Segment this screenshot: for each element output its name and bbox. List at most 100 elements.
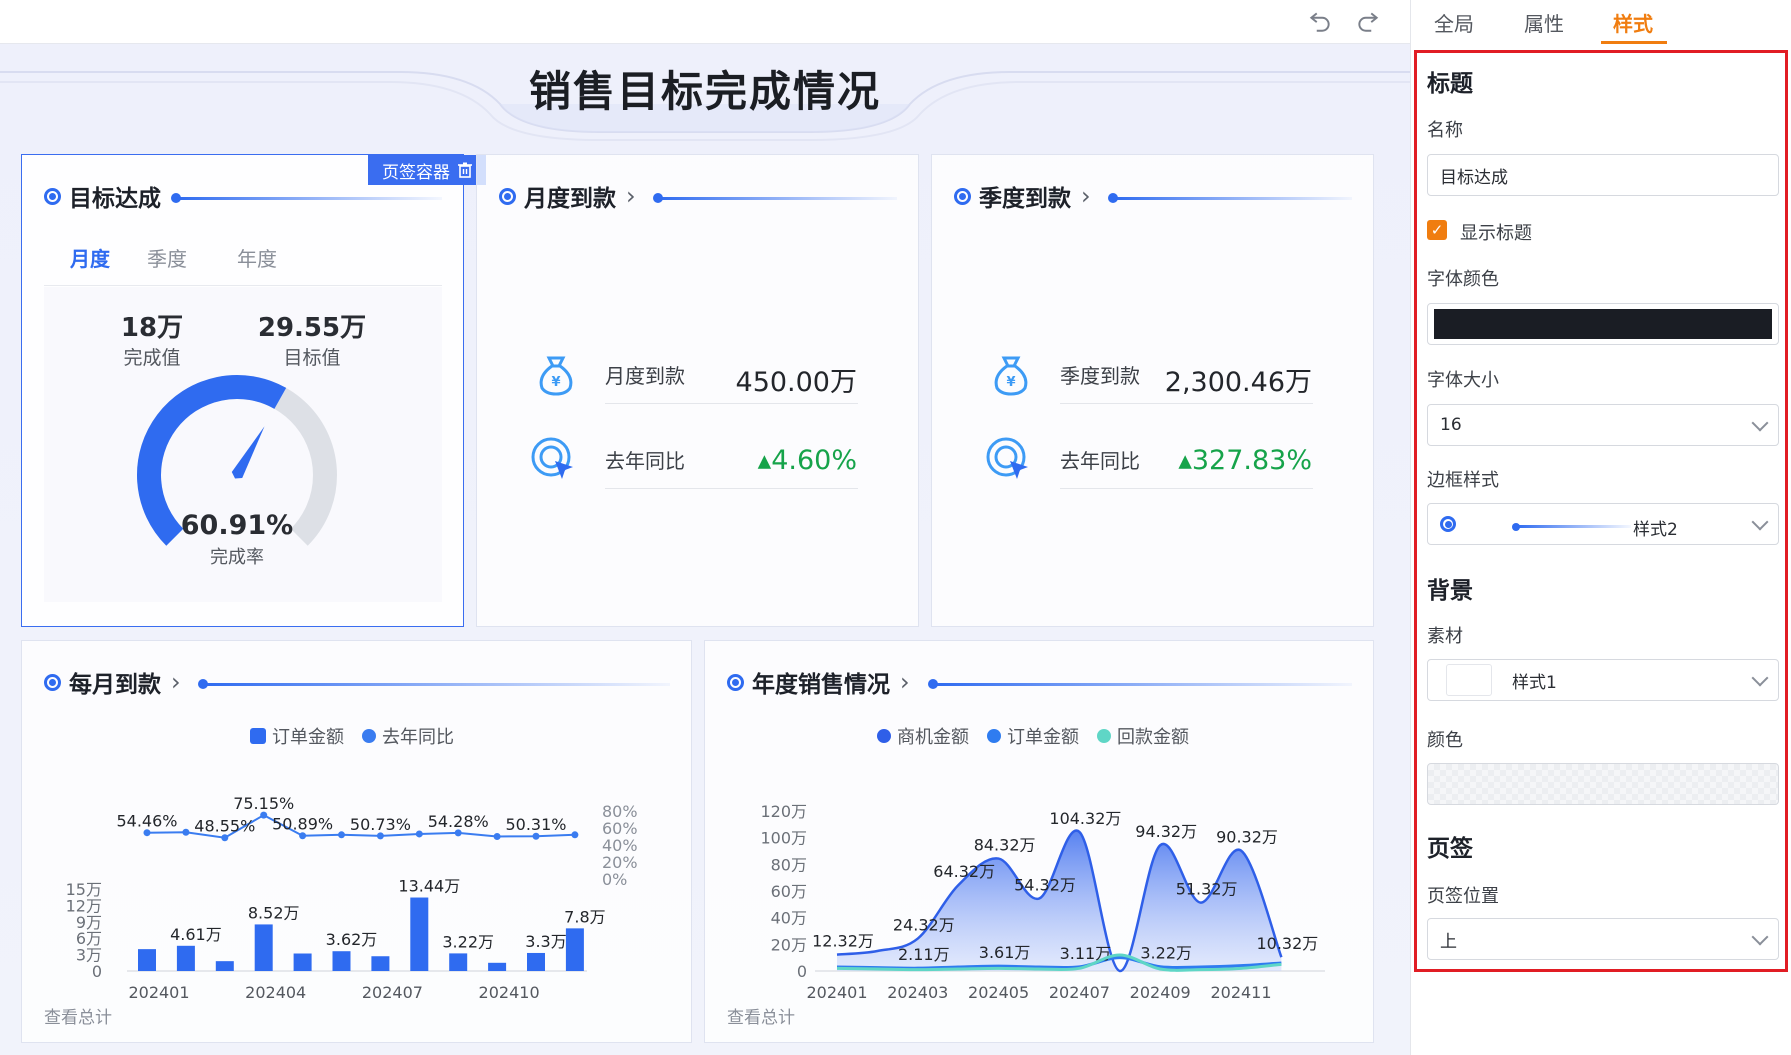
bar [176,945,195,971]
bar-data-label: 3.3万 [525,932,566,951]
panel-tab-style[interactable]: 样式 [1613,8,1653,37]
target-icon [44,673,61,691]
y-tick-label: 20万 [771,935,807,954]
card-header: 月度到款 › [499,181,636,212]
data-label: 84.32万 [974,836,1036,855]
name-input[interactable]: 目标达成 [1427,154,1779,196]
x-tick-label: 202404 [245,983,306,1002]
card-header: 每月到款 › [44,667,181,698]
target-value: 29.55万 [257,313,367,343]
trash-icon[interactable] [458,162,472,178]
target-card[interactable]: 页签容器 目标达成 月度 季度 年度 18万 完成值 29.55万 目标值 60… [21,154,486,627]
view-total-link[interactable]: 查看总计 [727,1003,795,1028]
svg-text:¥: ¥ [1006,375,1015,390]
data-label: 104.32万 [1049,809,1121,828]
panel-tab-global[interactable]: 全局 [1434,8,1474,37]
line-data-label: 50.73% [350,815,411,834]
active-tab-indicator [1601,41,1667,44]
quarter-payment-card[interactable]: 季度到款 › ¥ 季度到款 2,300.46万 去年同比 ▴327.83% [931,154,1374,627]
y2-tick-label: 80% [602,802,638,821]
undo-icon[interactable] [1307,8,1333,34]
header-line [204,683,670,686]
annual-sales-chart: 0 20万 40万 60万 80万 100万 120万 12.32万 24.32万 64.32万 8… [760,802,1325,1002]
completed-value: 18万 [120,313,184,343]
tab-position-label: 页签位置 [1427,886,1499,907]
target-cursor-icon [531,437,573,479]
line-point [338,831,345,839]
chevron-right-icon[interactable]: › [1081,184,1091,208]
header-line [1114,197,1352,200]
line-data-label: 50.89% [272,815,333,834]
header-line [177,197,442,200]
section-title: 标题 [1427,71,1473,97]
font-size-value: 16 [1440,415,1462,435]
tab-yearly[interactable]: 年度 [237,243,277,272]
money-bag-icon: ¥ [539,356,573,396]
chevron-right-icon[interactable]: › [626,184,636,208]
row-divider [1060,488,1313,489]
completion-rate-label: 完成率 [210,547,264,568]
bar [138,949,156,971]
target-cursor-icon [986,437,1028,479]
panel-tab-attributes[interactable]: 属性 [1524,8,1564,37]
annual-chart-card[interactable]: 年度销售情况 › 商机金额 订单金额 回款金额 0 20万 40万 60万 80万 100… [704,640,1374,1043]
font-size-label: 字体大小 [1427,370,1499,391]
target-icon [499,187,516,205]
dashboard-canvas: 销售目标完成情况 页签容器 目标达成 月度 季度 年度 18万 完成值 29.5… [0,0,1410,1055]
tab-position-select[interactable]: 上 [1427,918,1779,960]
monthly-chart-card[interactable]: 每月到款 › 订单金额 去年同比 0 3万 6万 9万 12万 15万 0% 20% 40% 60… [21,640,692,1043]
data-label: 12.32万 [812,932,874,951]
show-title-checkbox[interactable]: ✓ [1427,220,1447,240]
x-tick-label: 202407 [1049,983,1110,1002]
legend-swatch [362,729,376,743]
border-style-label: 边框样式 [1427,470,1499,491]
data-label: 54.32万 [1014,876,1076,895]
bar [565,928,584,971]
line-point [571,831,579,839]
data-label: 94.32万 [1135,822,1197,841]
chevron-down-icon [1751,669,1769,687]
font-size-select[interactable]: 16 [1427,404,1779,446]
bar-data-label: 13.44万 [398,877,460,896]
y-tick-label: 0 [92,962,102,981]
data-label: 90.32万 [1216,828,1278,847]
y-tick-label: 12万 [66,896,102,915]
data-label: 2.11万 [898,945,950,964]
view-total-link[interactable]: 查看总计 [44,1003,112,1028]
data-label: 3.22万 [1140,944,1192,963]
x-tick-label: 202407 [362,983,423,1002]
legend-swatch [877,729,891,743]
tab-monthly[interactable]: 月度 [70,243,110,272]
chevron-right-icon[interactable]: › [171,670,181,694]
x-tick-label: 202411 [1210,983,1271,1002]
font-color-picker[interactable] [1427,303,1779,345]
bar [293,953,312,971]
chevron-right-icon[interactable]: › [900,670,910,694]
svg-text:¥: ¥ [551,375,560,390]
target-icon [1440,516,1456,532]
tab-position-value: 上 [1440,931,1457,952]
material-select[interactable]: 样式1 [1427,659,1779,701]
line-point [493,833,501,840]
redo-icon[interactable] [1355,8,1381,34]
background-color-picker[interactable] [1427,763,1779,805]
tab-quarterly[interactable]: 季度 [147,243,187,272]
show-title-label: 显示标题 [1460,223,1532,244]
row-divider [605,403,858,404]
bar [254,924,273,971]
line-point [415,830,423,838]
x-tick-label: 202401 [128,983,189,1002]
target-icon [44,187,61,205]
row-divider [605,488,858,489]
border-style-select[interactable]: 样式2 [1427,503,1779,545]
data-label: 10.32万 [1256,934,1318,953]
material-thumbnail [1446,664,1492,696]
tab-container-tag[interactable]: 页签容器 [368,155,486,185]
completion-rate: 60.91% [180,510,294,541]
bar-data-label: 3.22万 [442,932,494,951]
bar [488,962,507,971]
legend-swatch [1097,729,1111,743]
quarter-payment-value: 2,300.46万 [1164,367,1312,398]
monthly-payment-card[interactable]: 月度到款 › ¥ 月度到款 450.00万 去年同比 ▴4.60% [476,154,919,627]
row-divider [1060,403,1313,404]
